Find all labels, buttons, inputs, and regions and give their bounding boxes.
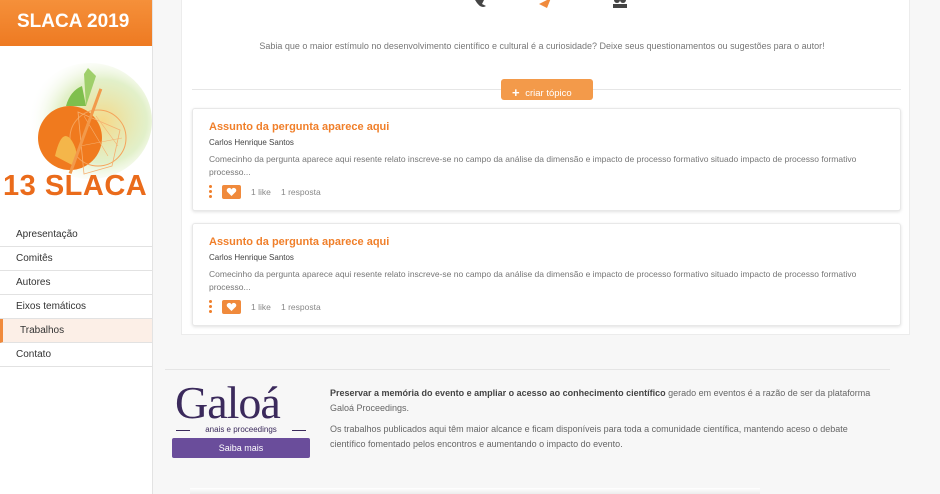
- sidebar-item-comites[interactable]: Comitês: [0, 247, 152, 271]
- discussion-panel: Sabia que o maior estímulo no desenvolvi…: [181, 0, 910, 335]
- like-button[interactable]: [222, 300, 241, 314]
- topic-title[interactable]: Assunto da pergunta aparece aqui: [209, 121, 389, 133]
- saiba-mais-button[interactable]: Saiba mais: [172, 438, 310, 458]
- sidebar-item-eixos-tematicos[interactable]: Eixos temáticos: [0, 295, 152, 319]
- topic-actions: 1 like 1 resposta: [209, 300, 509, 314]
- topic-author: Carlos Henrique Santos: [209, 253, 294, 262]
- event-logo[interactable]: 13 SLACA: [0, 46, 152, 216]
- heart-icon: [226, 187, 237, 196]
- brand-header[interactable]: SLACA 2019: [0, 0, 152, 46]
- footer-paragraph-1: Preservar a memória do evento e ampliar …: [330, 386, 885, 416]
- galoa-logo[interactable]: Galoá: [175, 380, 281, 426]
- footer-paragraph-2: Os trabalhos publicados aqui têm maior a…: [330, 424, 848, 449]
- footer-highlight: Preservar a memória do evento e ampliar …: [330, 388, 666, 398]
- plus-icon: +: [512, 85, 520, 100]
- sidebar-item-apresentacao[interactable]: Apresentação: [0, 223, 152, 247]
- people-icon[interactable]: [612, 0, 628, 10]
- more-vertical-icon[interactable]: [209, 300, 213, 314]
- sidebar-item-contato[interactable]: Contato: [0, 343, 152, 367]
- galoa-subtitle: anais e proceedings: [172, 425, 310, 435]
- next-section-edge: [190, 488, 760, 494]
- like-button[interactable]: [222, 185, 241, 199]
- reply-count[interactable]: 1 resposta: [281, 187, 321, 197]
- hand-icon[interactable]: [472, 0, 488, 10]
- logo-text: 13 SLACA: [3, 170, 148, 202]
- create-topic-label: criar tópico: [525, 88, 572, 99]
- heart-icon: [226, 302, 237, 311]
- create-topic-button[interactable]: + criar tópico: [501, 79, 593, 100]
- sidebar-item-autores[interactable]: Autores: [0, 271, 152, 295]
- intro-text: Sabia que o maior estímulo no desenvolvi…: [259, 41, 825, 51]
- sidebar: SLACA 2019 13 SLACA Apresentação Comitês: [0, 0, 153, 494]
- more-vertical-icon[interactable]: [209, 185, 213, 199]
- footer-description: Preservar a memória do evento e ampliar …: [330, 386, 885, 458]
- topic-card[interactable]: Assunto da pergunta aparece aqui Carlos …: [192, 108, 901, 211]
- topic-author: Carlos Henrique Santos: [209, 138, 294, 147]
- topic-card[interactable]: Assunto da pergunta aparece aqui Carlos …: [192, 223, 901, 326]
- sidebar-nav: Apresentação Comitês Autores Eixos temát…: [0, 223, 152, 367]
- reply-count[interactable]: 1 resposta: [281, 302, 321, 312]
- like-count: 1 like: [251, 187, 271, 197]
- topic-excerpt: Comecinho da pergunta aparece aqui resen…: [209, 154, 857, 177]
- share-icon[interactable]: [537, 0, 553, 10]
- topic-excerpt: Comecinho da pergunta aparece aqui resen…: [209, 269, 857, 292]
- galoa-footer: Galoá anais e proceedings Saiba mais Pre…: [165, 370, 890, 470]
- topic-title[interactable]: Assunto da pergunta aparece aqui: [209, 236, 389, 248]
- sidebar-item-trabalhos[interactable]: Trabalhos: [0, 319, 152, 343]
- action-icons: [182, 0, 909, 14]
- like-count: 1 like: [251, 302, 271, 312]
- topic-actions: 1 like 1 resposta: [209, 185, 509, 199]
